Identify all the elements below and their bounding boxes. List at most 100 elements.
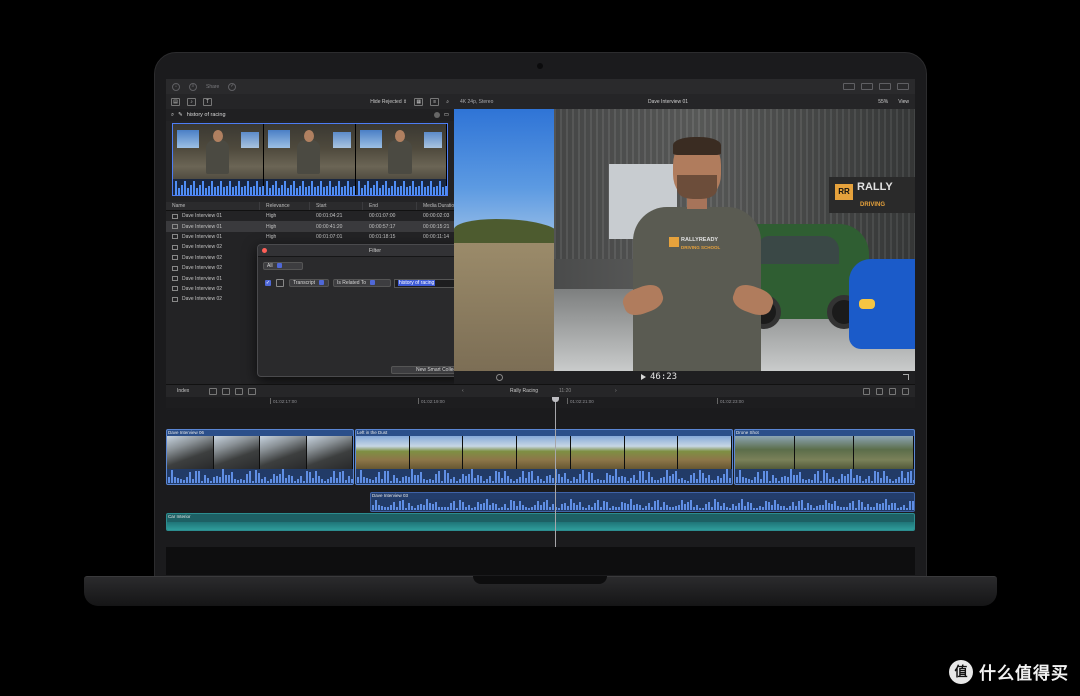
- photos-icon[interactable]: ♪: [187, 97, 196, 106]
- watermark-badge: 值: [949, 659, 973, 684]
- clip-name: Dave Interview 02: [166, 253, 260, 263]
- insert-icon[interactable]: [222, 387, 231, 395]
- match-value: All: [267, 263, 273, 269]
- rule-field-popup[interactable]: Transcript: [289, 279, 329, 287]
- match-popup[interactable]: All: [263, 262, 303, 270]
- inspector-icon[interactable]: [879, 83, 891, 90]
- append-icon[interactable]: [235, 387, 244, 395]
- filmstrip-frame: [355, 124, 447, 195]
- clip-label: Drone Shot: [736, 430, 759, 435]
- project-name[interactable]: Rally Racing: [510, 388, 538, 394]
- audio-clip[interactable]: Car Interior: [166, 513, 915, 531]
- timeline-toolbar: Index ‹ Rally Racing 11:20 ›: [166, 384, 915, 397]
- search-icon[interactable]: ⌕: [446, 99, 449, 105]
- connect-icon[interactable]: [209, 387, 218, 395]
- snapping-icon[interactable]: [889, 387, 896, 395]
- audio-waveform: [167, 469, 353, 484]
- clip-end: 00:01:18:15: [363, 232, 417, 242]
- play-icon[interactable]: [641, 374, 646, 380]
- column-start[interactable]: Start: [310, 202, 363, 210]
- timeline-ruler[interactable]: 01:02:17:00 01:02:19:00 01:02:21:00 01:0…: [166, 397, 915, 408]
- clip-appearance-icon[interactable]: ▦: [414, 97, 424, 106]
- zoom-menu[interactable]: 55%: [878, 99, 888, 105]
- libraries-icon[interactable]: ▤: [171, 97, 180, 106]
- clip-appearance-icon[interactable]: [902, 387, 909, 395]
- column-relevance[interactable]: Relevance: [260, 202, 310, 210]
- clip-end: 00:00:57:17: [363, 221, 417, 231]
- close-icon[interactable]: [262, 248, 267, 253]
- clip-name-text: Dave Interview 02: [182, 296, 223, 303]
- clip-duration-text: 00:00:15:21: [423, 223, 450, 230]
- clip-name-text: Dave Interview 02: [182, 254, 223, 261]
- clip-name-text: Dave Interview 01: [182, 233, 223, 240]
- clip-duration-text: 00:00:02:03: [423, 213, 450, 220]
- playback-options-icon[interactable]: [496, 374, 503, 381]
- column-end[interactable]: End: [363, 202, 417, 210]
- background-tasks-icon[interactable]: ✓: [228, 82, 237, 91]
- viewer-controls: 46:23: [454, 371, 915, 384]
- audio-skimming-icon[interactable]: [863, 387, 870, 395]
- clip-relevance: High: [260, 232, 310, 242]
- timeline-clip[interactable]: Left in the Dust: [355, 429, 733, 485]
- format-info: 4K 24p, Stereo: [460, 98, 494, 105]
- rally-sign: RR RALLY DRIVING: [829, 177, 915, 213]
- rule-value-input[interactable]: history of racing: [394, 279, 460, 288]
- camera-icon: [537, 63, 543, 69]
- list-item[interactable]: Dave Interview 01 High 00:01:07:01 00:01:18…: [166, 232, 454, 242]
- fullscreen-icon[interactable]: [903, 374, 909, 380]
- titles-icon[interactable]: T: [203, 97, 212, 106]
- search-field[interactable]: ⌕ ✎ history of racing ▭: [166, 109, 454, 121]
- back-icon[interactable]: ‹: [462, 388, 464, 394]
- clip-filter-menu[interactable]: Hide Rejected ⇕: [370, 99, 407, 105]
- import-icon[interactable]: ↓: [172, 82, 180, 91]
- audio-waveform: [371, 499, 914, 511]
- viewer-layout-icon[interactable]: [861, 83, 873, 90]
- column-media-duration[interactable]: Media Duration: [417, 202, 454, 210]
- clip-icon: [172, 265, 178, 271]
- clip-icon: [172, 213, 178, 219]
- rally-logo-icon: RR: [835, 184, 853, 200]
- column-name[interactable]: Name: [166, 202, 260, 210]
- filter-window-icon[interactable]: ▭: [444, 112, 449, 118]
- forward-icon[interactable]: ›: [615, 388, 617, 394]
- view-menu[interactable]: View: [898, 99, 909, 105]
- timeline-clip[interactable]: Drone Shot: [734, 429, 915, 485]
- layout-icon[interactable]: [843, 83, 855, 90]
- index-button[interactable]: Index: [177, 388, 189, 394]
- filmstrip-frame: [264, 124, 356, 195]
- share-button[interactable]: Share: [206, 84, 219, 90]
- overwrite-icon[interactable]: [248, 387, 257, 395]
- browser-header: ▤ ♪ T Hide Rejected ⇕ ▦ ≡ ⌕: [166, 94, 454, 109]
- clip-duration: 00:00:02:03: [417, 211, 454, 221]
- clear-search-icon[interactable]: [433, 112, 440, 118]
- list-item[interactable]: Dave Interview 01 High 00:01:04:21 00:01:07…: [166, 211, 454, 221]
- keyword-icon[interactable]: ⌕: [189, 82, 197, 91]
- list-icon[interactable]: ≡: [430, 97, 440, 106]
- chevron-down-icon: [319, 280, 325, 286]
- share-icon[interactable]: [897, 83, 909, 90]
- clip-start-text: 00:01:07:01: [316, 233, 343, 240]
- clip-name-text: Dave Interview 02: [182, 265, 223, 272]
- playhead[interactable]: [552, 397, 559, 547]
- chevron-down-icon: [276, 263, 282, 269]
- clip-name: Dave Interview 02: [166, 242, 260, 252]
- clip-icon: [172, 286, 178, 292]
- clip-start-text: 00:00:41:20: [316, 223, 343, 230]
- clip-name: Dave Interview 01: [166, 232, 260, 242]
- viewer-video[interactable]: RR RALLY DRIVING RALLYREADY DRIVING SCHO…: [454, 109, 915, 371]
- rule-enabled-checkbox[interactable]: ✓: [265, 280, 271, 286]
- timeline-tracks[interactable]: Dave Interview 06 Left in the Dust Drone…: [166, 408, 915, 547]
- search-icon: ⌕: [171, 111, 175, 118]
- watermark-text: 什么值得买: [979, 664, 1069, 684]
- blue-car: [849, 259, 915, 349]
- rule-operator-popup[interactable]: Is Related To: [333, 279, 391, 287]
- list-item[interactable]: Dave Interview 01 High 00:00:41:20 00:00:57…: [166, 221, 454, 232]
- clip-filmstrip[interactable]: [172, 123, 448, 196]
- viewer-clip-name: Dave Interview 01: [648, 98, 689, 105]
- search-input[interactable]: history of racing: [187, 112, 226, 118]
- connected-audio-clip[interactable]: Dave Interview 03: [370, 492, 915, 512]
- timeline-clip[interactable]: Dave Interview 06: [166, 429, 354, 485]
- sign-subtext: DRIVING: [860, 202, 886, 208]
- clip-name-text: Dave Interview 01: [182, 275, 223, 282]
- solo-icon[interactable]: [876, 387, 883, 395]
